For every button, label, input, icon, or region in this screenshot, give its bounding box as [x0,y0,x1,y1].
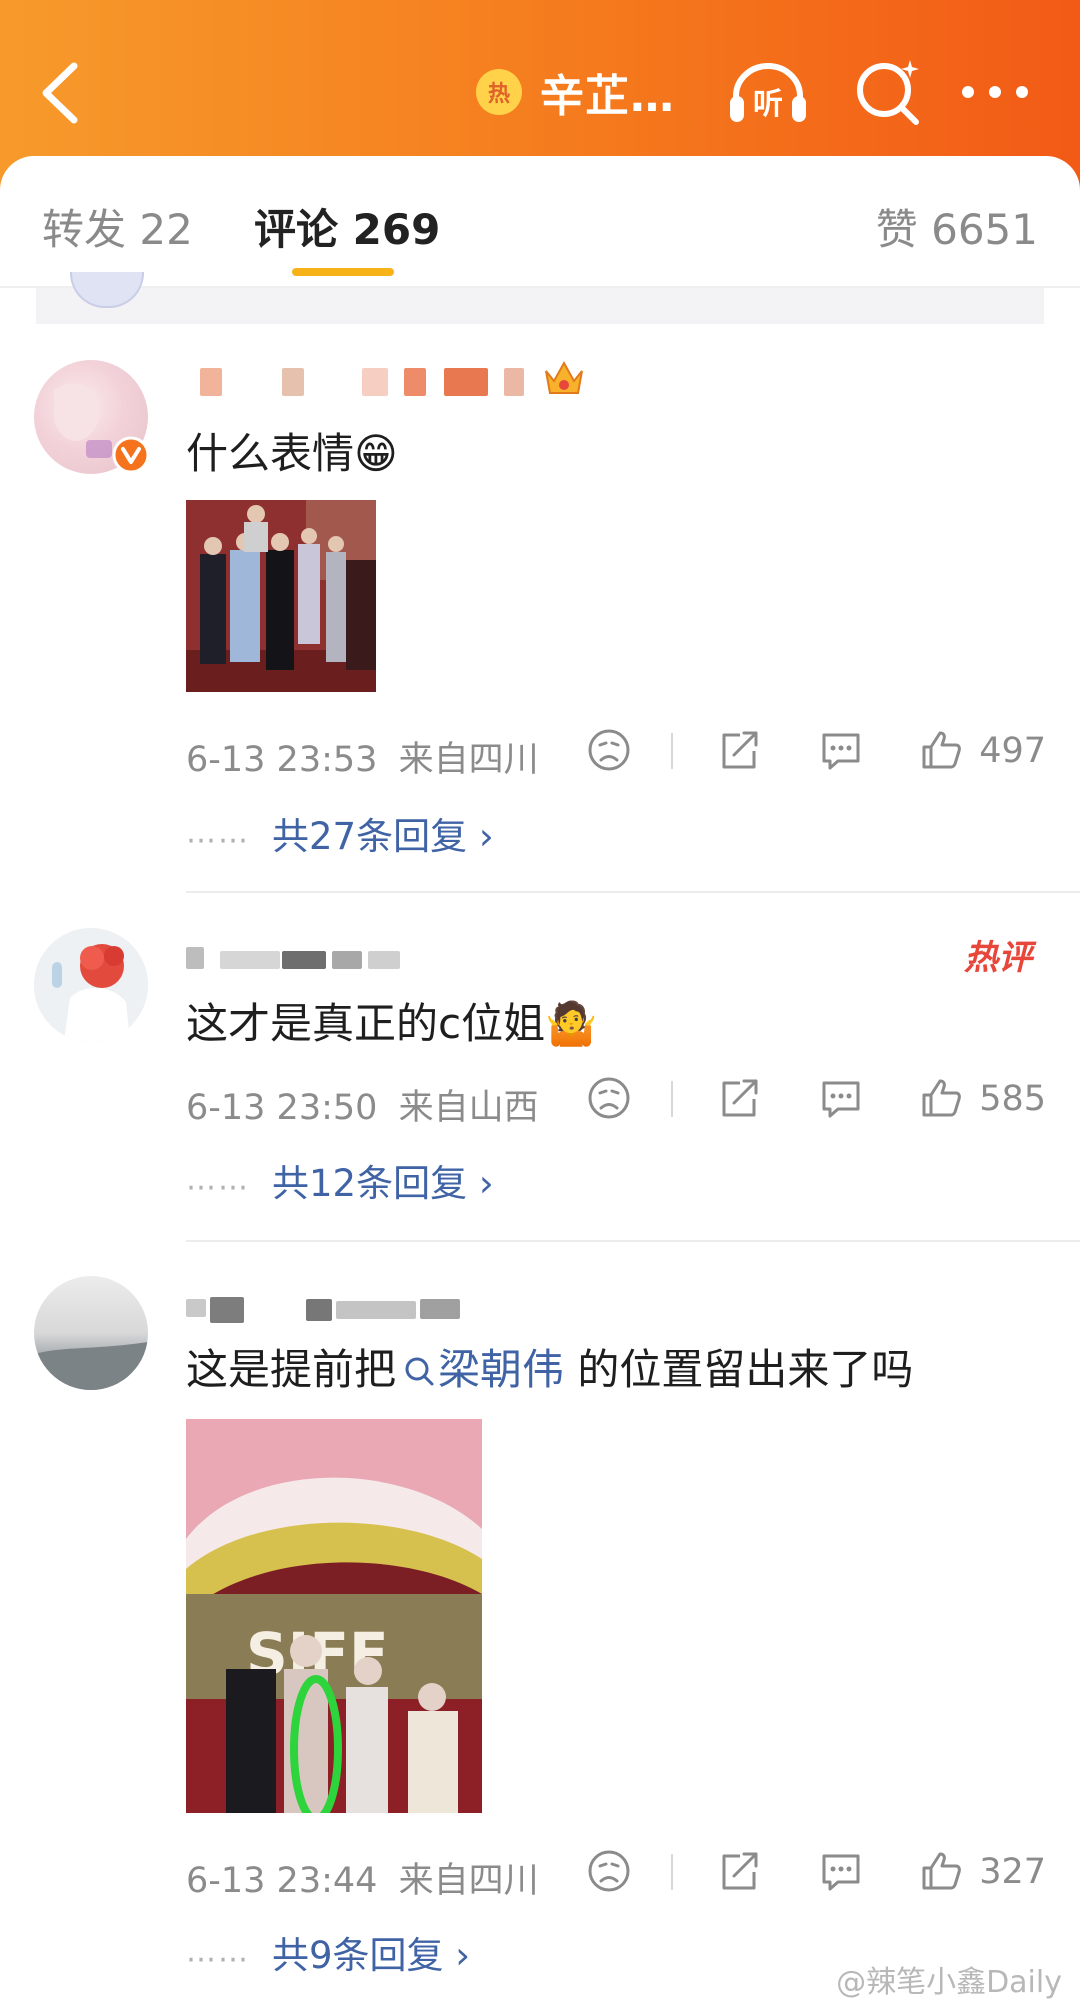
reply-dots: …… [186,1162,250,1198]
avatar-image [34,1342,148,1390]
comment-separator [186,891,1080,893]
comment-photo[interactable] [186,500,376,692]
share-icon[interactable] [716,1075,762,1121]
thumbs-up-icon[interactable] [918,1848,964,1894]
crown-icon [545,360,583,394]
hot-topic-badge: 热 [476,69,522,115]
comment-body: 这才是真正的c位姐 [186,999,546,1048]
username-redacted[interactable] [186,1285,506,1325]
comment-time: 6-13 23:53 [186,740,378,780]
reply-dots: …… [186,815,250,851]
avatar[interactable] [34,928,148,1042]
comment-separator [186,1240,1080,1242]
divider [671,733,673,769]
avatar[interactable] [34,1276,148,1390]
comment-time-location: 6-13 23:44 来自四川 [186,1852,539,1903]
reply-comment-icon[interactable] [818,1075,864,1121]
headphones-listen-icon[interactable]: 听 [726,58,810,128]
grin-emoji-icon: 😁 [354,429,398,478]
share-icon[interactable] [716,727,762,773]
reply-dots: …… [186,1934,250,1970]
shrug-emoji-icon: 🤷 [545,999,598,1048]
active-tab-indicator [292,268,394,276]
topic-chip[interactable]: 热 辛芷… [476,62,675,122]
red-carpet-photo [186,500,376,692]
avatar-image [34,928,148,1042]
tabs-bar: 转发 22 评论 269 赞 6651 [0,156,1080,288]
search-icon [405,1357,434,1386]
back-arrow-icon[interactable] [34,58,90,128]
search-icon[interactable] [852,56,924,128]
thumbs-up-icon[interactable] [918,727,964,773]
comment-time: 6-13 23:50 [186,1088,378,1128]
topic-title: 辛芷… [540,71,675,122]
comment-photo[interactable]: SIFF [186,1419,482,1813]
weibo-watermark: @辣笔小鑫Daily [836,1965,1062,2000]
reply-comment-icon[interactable] [818,1848,864,1894]
reply-comment-icon[interactable] [818,727,864,773]
topic-mention-link[interactable]: 梁朝伟 [396,1345,564,1394]
thumbs-up-icon[interactable] [918,1075,964,1121]
comment-meta: 6-13 23:50 来自山西 585 [186,1075,1046,1128]
comment-time: 6-13 23:44 [186,1861,378,1901]
like-count: 327 [979,1852,1046,1892]
hot-comment-badge: 热评 [964,938,1032,978]
replies-link[interactable]: 共27条回复 › [272,815,494,858]
comment-text: 这是提前把 梁朝伟 的位置留出来了吗 [186,1336,913,1397]
previous-content-strip [36,288,1044,324]
tab-comments[interactable]: 评论 269 [254,196,440,257]
more-options-icon[interactable] [960,82,1030,102]
comment-time-location: 6-13 23:53 来自四川 [186,731,539,782]
view-replies[interactable]: …… 共12条回复 › [186,1153,494,1205]
comment-location: 来自四川 [398,740,539,780]
divider [671,1081,673,1117]
comment-body: 这是提前把 [186,1345,397,1394]
listen-label: 听 [753,87,783,122]
share-icon[interactable] [716,1848,762,1894]
comment-meta: 6-13 23:53 来自四川 497 [186,727,1046,780]
replies-link[interactable]: 共9条回复 › [272,1934,470,1977]
comment-location: 来自山西 [398,1088,539,1128]
mention-text: 梁朝伟 [438,1345,565,1394]
like-count: 497 [979,731,1046,771]
view-replies[interactable]: …… 共27条回复 › [186,806,494,858]
comment-body-continued: 的位置留出来了吗 [564,1345,914,1394]
comment-time-location: 6-13 23:50 来自山西 [186,1079,539,1130]
divider [671,1854,673,1890]
tab-repost[interactable]: 转发 22 [42,196,193,257]
comment-meta: 6-13 23:44 来自四川 327 [186,1848,1046,1901]
username-redacted[interactable] [186,935,446,975]
comment-location: 来自四川 [398,1861,539,1901]
dislike-face-icon[interactable] [586,1848,632,1894]
siff-stage-photo: SIFF [186,1419,482,1813]
replies-link[interactable]: 共12条回复 › [272,1162,494,1205]
dislike-face-icon[interactable] [586,727,632,773]
dislike-face-icon[interactable] [586,1075,632,1121]
comment-text: 什么表情😁 [186,420,398,481]
view-replies[interactable]: …… 共9条回复 › [186,1925,470,1977]
comment-text: 这才是真正的c位姐🤷 [186,990,597,1051]
verified-badge-icon [112,436,150,474]
username-redacted[interactable] [186,360,586,400]
tab-likes[interactable]: 赞 6651 [876,196,1038,257]
like-count: 585 [979,1079,1046,1119]
comment-body: 什么表情 [186,429,355,478]
